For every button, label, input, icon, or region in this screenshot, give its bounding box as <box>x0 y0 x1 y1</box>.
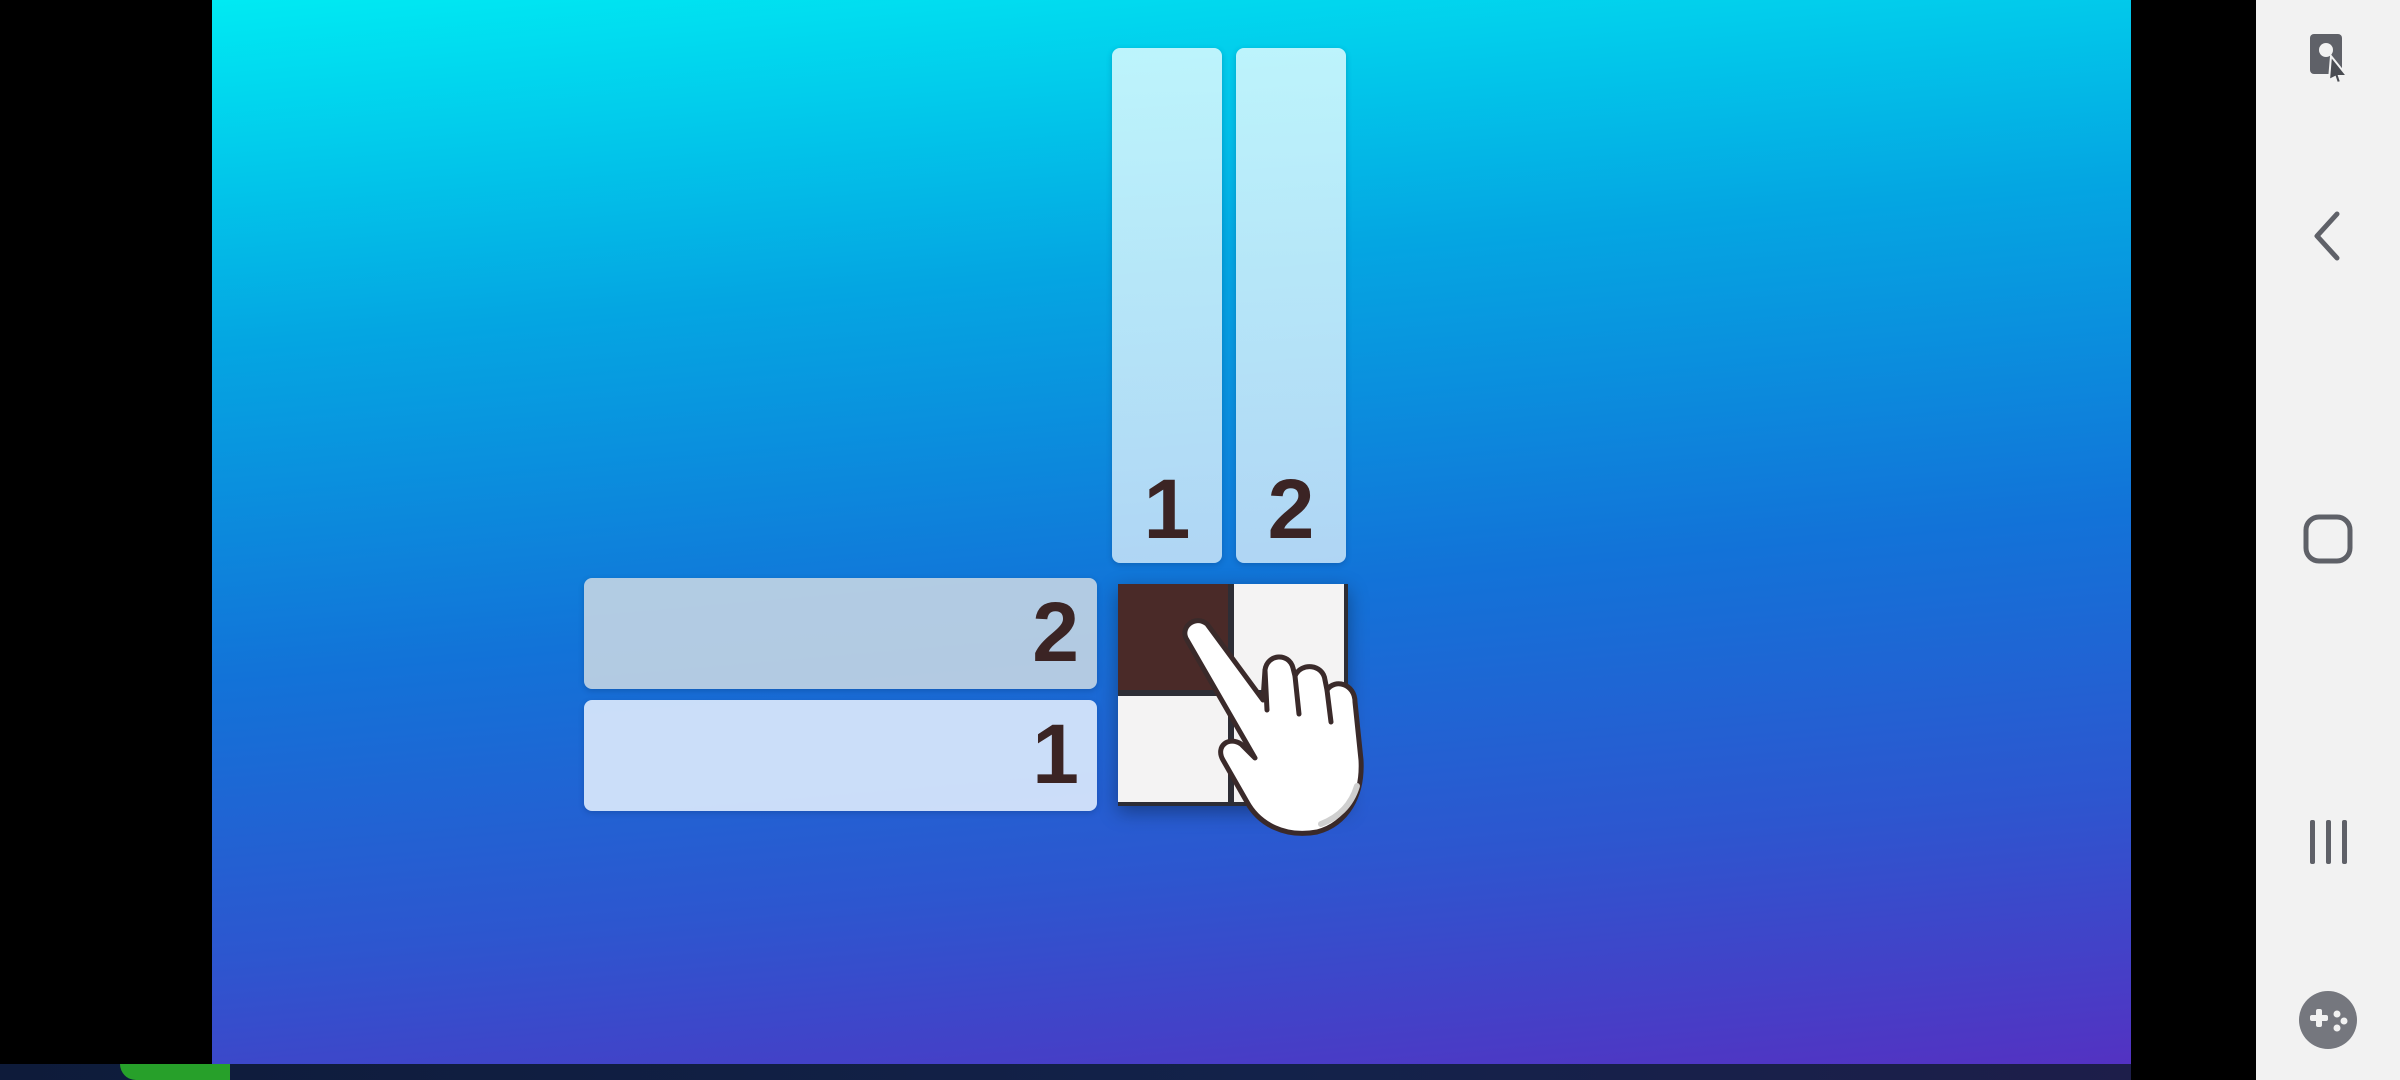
column-clue-2: 2 <box>1236 48 1346 563</box>
row-clue-2: 1 <box>584 700 1097 811</box>
recents-button[interactable] <box>2256 792 2400 892</box>
system-navigation-bar <box>2256 0 2400 1080</box>
column-clue-number: 2 <box>1267 462 1315 556</box>
column-clue-1: 1 <box>1112 48 1222 563</box>
home-icon <box>2303 514 2353 564</box>
row-clue-1: 2 <box>584 578 1097 689</box>
game-launcher-icon <box>2299 991 2357 1049</box>
screenshot-tool-button[interactable] <box>2256 5 2400 105</box>
back-button[interactable] <box>2256 186 2400 286</box>
level-progress-fill <box>120 1064 230 1080</box>
row-clue-number: 1 <box>1032 707 1079 801</box>
level-progress-track <box>0 1064 2131 1080</box>
row-clue-number: 2 <box>1032 585 1079 679</box>
game-area: 1 2 2 1 <box>212 0 2131 1064</box>
home-button[interactable] <box>2256 489 2400 589</box>
column-clue-number: 1 <box>1143 462 1191 556</box>
recents-icon <box>2310 820 2347 864</box>
tutorial-hand-icon <box>1182 618 1364 836</box>
screen: 1 2 2 1 <box>0 0 2400 1080</box>
screenshot-tool-icon <box>2310 34 2350 85</box>
back-icon <box>2314 211 2340 261</box>
game-launcher-button[interactable] <box>2256 970 2400 1070</box>
